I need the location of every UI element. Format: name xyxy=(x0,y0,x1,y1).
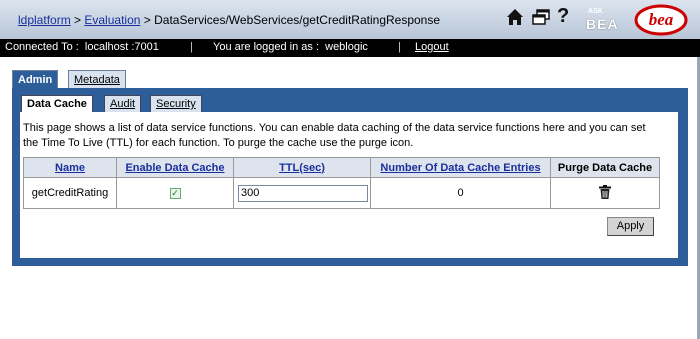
sort-ttl-link[interactable]: TTL(sec) xyxy=(279,162,325,174)
column-header-entries[interactable]: Number Of Data Cache Entries xyxy=(370,157,551,178)
tab-security[interactable]: Security xyxy=(150,95,202,113)
bea-label: BEA xyxy=(586,16,619,32)
table-header-row: Name Enable Data Cache TTL(sec) Number O… xyxy=(23,157,660,178)
breadcrumb-current: DataServices/WebServices/getCreditRating… xyxy=(154,13,441,27)
breadcrumb-ldplatform[interactable]: ldplatform xyxy=(18,13,71,27)
breadcrumb-separator: > xyxy=(70,13,85,27)
entries-cell: 0 xyxy=(370,177,551,209)
home-icon[interactable] xyxy=(506,8,524,26)
enable-cache-cell: ✓ xyxy=(116,177,234,209)
tab-admin[interactable]: Admin xyxy=(12,70,59,89)
bea-logo-text: bea xyxy=(649,10,674,29)
function-name-cell: getCreditRating xyxy=(23,177,117,209)
ask-bea-button[interactable]: ASK BEA xyxy=(584,8,624,32)
tab-metadata[interactable]: Metadata xyxy=(68,70,126,89)
trash-icon[interactable] xyxy=(599,184,611,199)
table-row: getCreditRating ✓ 0 xyxy=(23,177,660,209)
header-bar: ldplatform > Evaluation > DataServices/W… xyxy=(0,0,700,40)
sort-entries-link[interactable]: Number Of Data Cache Entries xyxy=(380,162,540,174)
windows-icon[interactable] xyxy=(531,8,551,26)
breadcrumb: ldplatform > Evaluation > DataServices/W… xyxy=(18,13,440,27)
breadcrumb-separator: > xyxy=(140,13,155,27)
apply-button[interactable]: Apply xyxy=(607,217,654,236)
column-header-name[interactable]: Name xyxy=(23,157,117,178)
column-header-enable-data-cache[interactable]: Enable Data Cache xyxy=(116,157,234,178)
sort-name-link[interactable]: Name xyxy=(55,162,85,174)
purge-cell xyxy=(550,177,660,209)
status-separator: | xyxy=(190,41,193,53)
bea-logo: bea xyxy=(634,4,688,36)
tab-audit[interactable]: Audit xyxy=(104,95,142,113)
connected-to-text: Connected To : localhost :7001 xyxy=(5,41,159,53)
ttl-input[interactable] xyxy=(238,184,368,202)
column-header-purge: Purge Data Cache xyxy=(550,157,660,178)
status-separator: | xyxy=(398,41,401,53)
tab-data-cache[interactable]: Data Cache xyxy=(21,95,93,113)
logged-in-text: You are logged in as : weblogic xyxy=(213,41,368,53)
status-bar: Connected To : localhost :7001 | You are… xyxy=(0,39,700,57)
column-header-ttl[interactable]: TTL(sec) xyxy=(233,157,371,178)
help-icon[interactable]: ? xyxy=(557,5,569,28)
ask-label: ASK xyxy=(588,8,603,15)
data-cache-table: Name Enable Data Cache TTL(sec) Number O… xyxy=(23,157,660,209)
ttl-cell xyxy=(233,177,371,209)
enable-cache-checkbox[interactable]: ✓ xyxy=(169,188,181,199)
logout-link[interactable]: Logout xyxy=(415,41,449,53)
breadcrumb-evaluation[interactable]: Evaluation xyxy=(84,13,140,27)
sort-enable-link[interactable]: Enable Data Cache xyxy=(125,162,224,174)
page-description: This page shows a list of data service f… xyxy=(23,122,646,149)
